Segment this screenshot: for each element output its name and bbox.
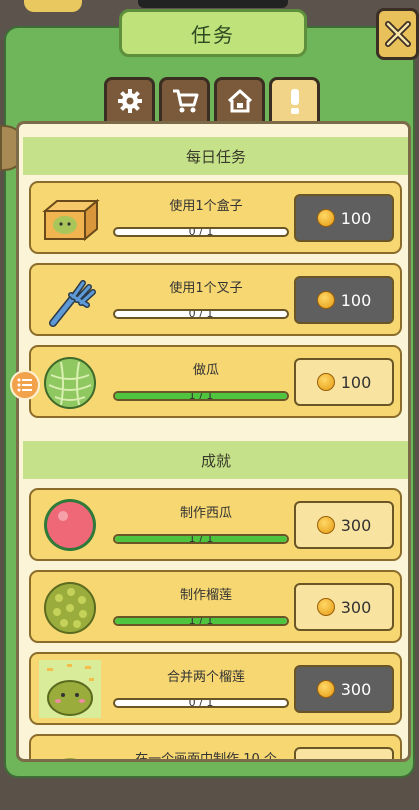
progress-text: 1 / 1: [188, 616, 214, 626]
progress-bar: 0 / 1: [113, 309, 289, 319]
reward-button[interactable]: 300: [294, 665, 394, 713]
achievement-card: 在一个画面中制作 10 个: [29, 734, 402, 762]
progress-text: 0 / 1: [188, 309, 214, 319]
coin-icon: [316, 516, 335, 534]
cart-icon: [172, 89, 198, 112]
fruit-icon: [63, 758, 77, 759]
tasks-list[interactable]: 每日任务 使用1个盒子 0 / 1 100 使用1个叉子 0 / 1 100 做…: [16, 121, 411, 762]
top-notch: [138, 0, 288, 8]
achievement-card: 合并两个榴莲 0 / 1 300: [29, 652, 402, 725]
claim-reward-button[interactable]: 100: [294, 358, 394, 406]
coin-icon: [316, 209, 335, 227]
task-name: 使用1个叉子: [169, 281, 243, 296]
reward-amount: 100: [340, 208, 372, 228]
durian-icon: [44, 582, 96, 634]
reward-button[interactable]: 100: [294, 276, 394, 324]
task-name: 在一个画面中制作 10 个: [135, 752, 277, 762]
progress-text: 0 / 1: [188, 227, 214, 237]
section-achievements-heading: 成就: [23, 441, 408, 479]
claim-reward-button[interactable]: 300: [294, 583, 394, 631]
reward-button[interactable]: 100: [294, 194, 394, 242]
task-name: 使用1个盒子: [169, 199, 243, 214]
side-menu-button[interactable]: [10, 370, 40, 400]
watermelon-icon: [44, 499, 96, 551]
section-daily-heading: 每日任务: [23, 137, 408, 175]
claim-reward-button[interactable]: 300: [294, 501, 394, 549]
progress-bar: 0 / 1: [113, 698, 289, 708]
progress-bar: 1 / 1: [113, 391, 289, 401]
tab-home[interactable]: [214, 77, 265, 121]
gear-icon: [117, 88, 142, 113]
task-card: 做瓜 1 / 1 100: [29, 345, 402, 418]
coin-icon: [316, 598, 335, 616]
house-icon: [227, 89, 252, 112]
task-name: 制作西瓜: [179, 506, 232, 521]
box-icon: [42, 198, 100, 242]
task-name: 做瓜: [192, 363, 219, 378]
tab-tasks[interactable]: [269, 77, 320, 121]
melon-icon: [44, 357, 96, 409]
close-icon: [384, 21, 411, 47]
panel-title: 任务: [119, 9, 307, 57]
progress-bar: 1 / 1: [113, 534, 289, 544]
task-name: 制作榴莲: [179, 588, 232, 603]
task-name: 合并两个榴莲: [166, 670, 245, 685]
coin-icon: [316, 373, 335, 391]
tab-settings[interactable]: [104, 77, 155, 121]
reward-amount: 100: [340, 290, 372, 310]
reward-amount: 300: [340, 515, 372, 535]
progress-text: 1 / 1: [188, 391, 214, 401]
close-button[interactable]: [376, 8, 419, 60]
fork-icon: [49, 280, 96, 327]
achievement-card: 制作西瓜 1 / 1 300: [29, 488, 402, 561]
task-card: 使用1个叉子 0 / 1 100: [29, 263, 402, 336]
task-card: 使用1个盒子 0 / 1 100: [29, 181, 402, 254]
progress-bar: 1 / 1: [113, 616, 289, 626]
list-icon: [17, 378, 32, 392]
claim-reward-button[interactable]: [294, 747, 394, 759]
progress-text: 1 / 1: [188, 534, 214, 544]
coin-icon: [316, 680, 335, 698]
progress-bar: 0 / 1: [113, 227, 289, 237]
reward-amount: 100: [340, 372, 372, 392]
tab-bar: [104, 77, 320, 121]
durian-merge-icon: [39, 660, 101, 718]
reward-amount: 300: [340, 597, 372, 617]
reward-amount: 300: [340, 679, 372, 699]
coin-icon: [316, 291, 335, 309]
top-left-pill: [24, 0, 82, 12]
exclamation-icon: [290, 88, 299, 114]
achievement-card: 制作榴莲 1 / 1 300: [29, 570, 402, 643]
tab-shop[interactable]: [159, 77, 210, 121]
progress-text: 0 / 1: [188, 698, 214, 708]
